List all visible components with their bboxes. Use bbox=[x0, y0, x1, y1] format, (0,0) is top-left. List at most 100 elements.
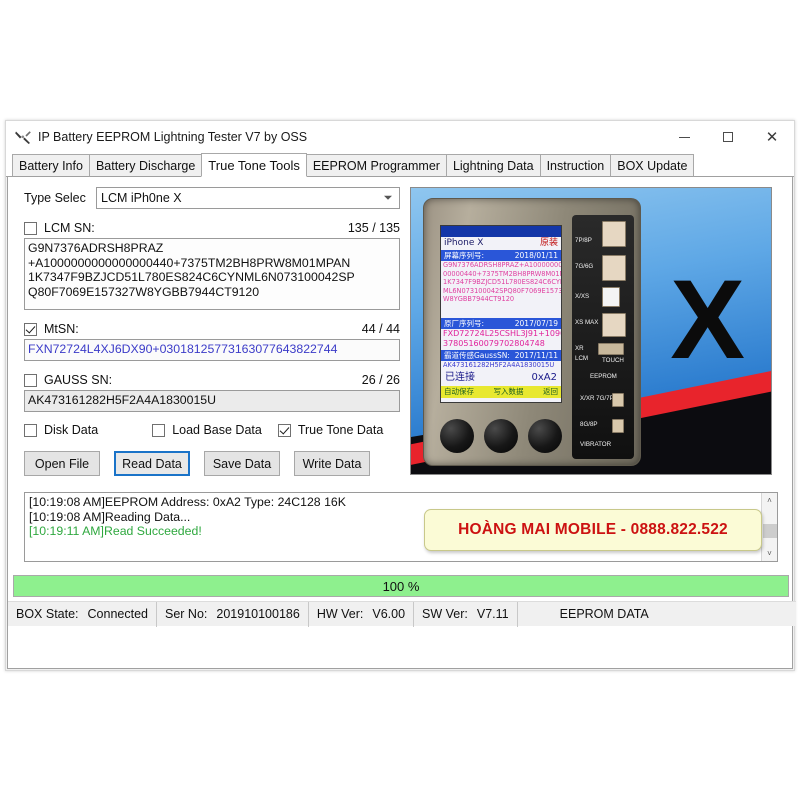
lcd-softkey: 自动保存 bbox=[444, 386, 474, 396]
status-bar: BOX State: Connected Ser No: 20191010018… bbox=[8, 601, 796, 627]
connector-touch bbox=[598, 343, 624, 355]
lcd-address: 0xA2 bbox=[531, 371, 557, 383]
screen-root: IP Battery EEPROM Lightning Tester V7 by… bbox=[0, 0, 800, 800]
gauss-sn-label: GAUSS SN: bbox=[44, 373, 113, 387]
sw-value: V7.11 bbox=[476, 607, 509, 621]
tab-true-tone-tools[interactable]: True Tone Tools bbox=[201, 153, 307, 177]
mtsn-header: MtSN: 44 / 44 bbox=[24, 319, 400, 339]
lcd-status-row: 已连接 0xA2 bbox=[441, 370, 561, 386]
lcd-data-line: 1K7347F9BZJCD51L780ES824C6CYN bbox=[443, 278, 561, 287]
port-label-7p8p: 7P/8P bbox=[575, 237, 592, 244]
mtsn-input[interactable]: FXN72724L4XJ6DX90+0301812577316307764382… bbox=[24, 339, 400, 361]
disk-data-checkbox[interactable] bbox=[24, 423, 37, 437]
gauss-sn-header: GAUSS SN: 26 / 26 bbox=[24, 370, 400, 390]
lcd-mag-line: FXD72724L25CSHL3J91+109051 bbox=[443, 328, 561, 338]
option-true-tone-data[interactable]: True Tone Data bbox=[277, 423, 384, 437]
lcd-data-line: G9N7376ADRSH8PRAZ+A10000000000 bbox=[443, 261, 561, 269]
device-lcd-screen: iPhone X 原装 屏幕序列号: 2018/01/11 G9N7376ADR… bbox=[440, 225, 562, 403]
tab-battery-discharge[interactable]: Battery Discharge bbox=[88, 154, 203, 177]
app-window: IP Battery EEPROM Lightning Tester V7 by… bbox=[5, 120, 796, 671]
action-buttons: Open File Read Data Save Data Write Data bbox=[24, 451, 400, 476]
serial-label: Ser No: bbox=[165, 607, 208, 621]
open-file-button[interactable]: Open File bbox=[24, 451, 100, 476]
load-base-data-checkbox[interactable] bbox=[152, 423, 166, 437]
lcd-softkey: 返回 bbox=[543, 386, 558, 396]
title-bar: IP Battery EEPROM Lightning Tester V7 by… bbox=[6, 121, 794, 153]
tools-icon bbox=[12, 127, 34, 147]
window-controls: ✕ bbox=[662, 121, 794, 153]
lcm-sn-input[interactable]: G9N7376ADRSH8PRAZ +A1000000000000000440+… bbox=[24, 238, 400, 310]
sw-label: SW Ver: bbox=[422, 607, 468, 621]
scrollbar-track[interactable] bbox=[762, 508, 778, 546]
tab-label: BOX Update bbox=[617, 158, 688, 173]
close-button[interactable]: ✕ bbox=[750, 121, 794, 153]
shop-banner: HOÀNG MAI MOBILE - 0888.822.522 bbox=[424, 509, 762, 551]
tab-instruction[interactable]: Instruction bbox=[539, 154, 612, 177]
port-label-xxr: X/XR 7G/7P bbox=[580, 395, 614, 402]
tab-eeprom-programmer[interactable]: EEPROM Programmer bbox=[305, 154, 447, 177]
save-data-button[interactable]: Save Data bbox=[204, 451, 280, 476]
lcd-data-line: ML6N073100042SPQ80F7069E157327 bbox=[443, 286, 561, 295]
load-base-data-label: Load Base Data bbox=[172, 423, 262, 437]
status-hw-ver: HW Ver: V6.00 bbox=[309, 601, 415, 627]
status-mode: EEPROM DATA bbox=[518, 602, 657, 627]
log-line: [10:19:08 AM]EEPROM Address: 0xA2 Type: … bbox=[29, 495, 346, 509]
lcm-sn-count: 135 / 135 bbox=[347, 221, 400, 235]
status-sw-ver: SW Ver: V7.11 bbox=[414, 601, 518, 627]
lcd-softkeys: 自动保存 写入数据 返回 bbox=[441, 385, 561, 398]
tab-label: EEPROM Programmer bbox=[312, 158, 440, 173]
device-connector-panel: 7P/8P 7G/6G X/XS XS MAX XR LCM TOUCH EEP… bbox=[572, 215, 634, 459]
minimize-button[interactable] bbox=[662, 121, 706, 153]
type-select-row: Type Selec LCM iPh0ne X bbox=[24, 187, 400, 209]
port-label-xxs: X/XS bbox=[575, 293, 590, 300]
read-data-button[interactable]: Read Data bbox=[114, 451, 190, 476]
write-data-button[interactable]: Write Data bbox=[294, 451, 370, 476]
port-label-7g6g: 7G/6G bbox=[575, 263, 594, 270]
tab-lightning-data[interactable]: Lightning Data bbox=[445, 154, 541, 177]
lcm-sn-label: LCM SN: bbox=[44, 221, 95, 235]
lcd-title-bar bbox=[441, 226, 561, 237]
lcd-mag-line: 37805160079702804748 bbox=[443, 339, 545, 349]
lcd-status: 已连接 bbox=[445, 371, 475, 383]
lcm-sn-checkbox[interactable] bbox=[24, 221, 37, 235]
lcd-model: iPhone X bbox=[444, 238, 484, 248]
scroll-up-icon[interactable]: ˄ bbox=[762, 493, 778, 508]
mtsn-count: 44 / 44 bbox=[361, 322, 400, 336]
lcd-row3-value: 2017/11/11 bbox=[514, 350, 558, 360]
port-label-eeprom: EEPROM bbox=[590, 373, 617, 380]
tab-box-update[interactable]: BOX Update bbox=[610, 154, 695, 177]
true-tone-form: Type Selec LCM iPh0ne X LCM SN: 135 / 13… bbox=[24, 187, 400, 476]
lcd-row3: 霸道传感GaussSN: 2017/11/11 bbox=[441, 349, 561, 361]
type-select-dropdown[interactable]: LCM iPh0ne X bbox=[96, 187, 400, 209]
tab-page-true-tone-tools: Type Selec LCM iPh0ne X LCM SN: 135 / 13… bbox=[7, 177, 796, 669]
photo-x-letter: X bbox=[670, 256, 745, 382]
log-scrollbar[interactable]: ˄ ˅ bbox=[761, 493, 777, 561]
mtsn-checkbox[interactable] bbox=[24, 322, 37, 336]
port-label-vibrator: VIBRATOR bbox=[580, 441, 612, 448]
gauss-sn-checkbox[interactable] bbox=[24, 373, 37, 387]
tab-battery-info[interactable]: Battery Info bbox=[12, 154, 90, 177]
device-button-middle bbox=[484, 419, 518, 453]
tester-device: iPhone X 原装 屏幕序列号: 2018/01/11 G9N7376ADR… bbox=[423, 198, 641, 466]
lcd-data-line: 00000440+7375TM2BH8PRW8M01MPAN bbox=[443, 269, 561, 278]
option-disk-data[interactable]: Disk Data bbox=[24, 423, 98, 437]
tab-label: Battery Info bbox=[19, 158, 83, 173]
window-title: IP Battery EEPROM Lightning Tester V7 by… bbox=[38, 129, 308, 144]
scrollbar-thumb[interactable] bbox=[762, 524, 777, 538]
port-label-8g8p: 8G/8P bbox=[580, 421, 598, 428]
lcd-model-status: 原装 bbox=[539, 238, 558, 248]
connector-7g6g bbox=[602, 255, 626, 281]
true-tone-data-label: True Tone Data bbox=[297, 423, 384, 437]
connector-xxs bbox=[602, 287, 620, 307]
maximize-button[interactable] bbox=[706, 121, 750, 153]
close-icon: ✕ bbox=[765, 128, 779, 146]
type-select-label: Type Selec bbox=[24, 191, 86, 205]
connector-8g8p bbox=[612, 419, 624, 433]
box-state-value: Connected bbox=[87, 607, 148, 621]
scroll-down-icon[interactable]: ˅ bbox=[762, 546, 778, 561]
option-load-base-data[interactable]: Load Base Data bbox=[152, 423, 262, 437]
connector-xxr bbox=[612, 393, 624, 407]
gauss-sn-input[interactable]: AK473161282H5F2A4A1830015U bbox=[24, 390, 400, 412]
true-tone-data-checkbox[interactable] bbox=[277, 423, 291, 437]
tab-strip: Battery Info Battery Discharge True Tone… bbox=[6, 153, 794, 177]
